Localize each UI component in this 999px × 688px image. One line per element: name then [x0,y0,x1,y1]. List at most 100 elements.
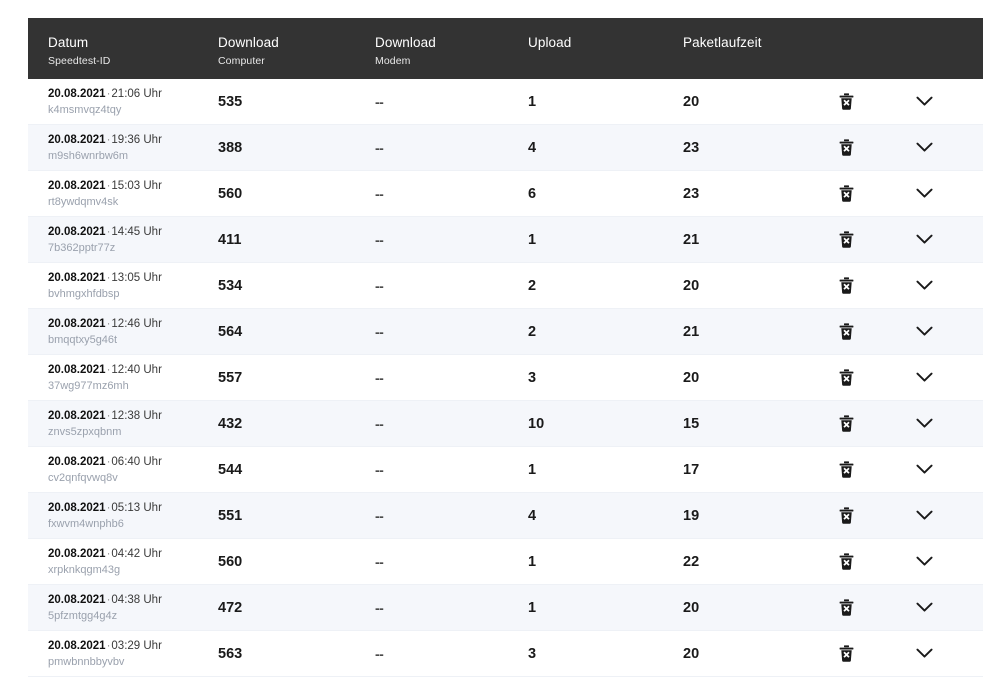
row-date: 20.08.2021·03:29 Uhr [48,639,162,653]
download-modem-value: -- [375,231,384,248]
chevron-down-icon[interactable] [909,503,939,529]
row-date: 20.08.2021·12:38 Uhr [48,409,162,423]
row-date: 20.08.2021·15:03 Uhr [48,179,162,193]
chevron-down-icon[interactable] [909,411,939,437]
download-computer-value: 563 [218,645,243,662]
table-row[interactable]: 20.08.2021·04:38 Uhr 5pfzmtgg4g4z 472 -- 1 20 [28,585,983,631]
speedtest-results-table: Datum Speedtest-ID Download Computer Dow… [28,18,983,677]
table-row[interactable]: 20.08.2021·14:45 Uhr 7b362pptr77z 411 -- 1 21 [28,217,983,263]
row-speedtest-id: 7b362pptr77z [48,241,116,254]
download-modem-value: -- [375,185,384,202]
chevron-down-icon[interactable] [909,181,939,207]
cell-paketlaufzeit: 17 [683,447,833,492]
table-row[interactable]: 20.08.2021·12:40 Uhr 37wg977mz6mh 557 -- 3 20 [28,355,983,401]
speedtest-history-page: Datum Speedtest-ID Download Computer Dow… [0,0,999,688]
column-header-expand [901,18,983,35]
cell-datum: 20.08.2021·05:13 Uhr fxwvm4wnphb6 [28,493,218,538]
cell-delete [833,631,901,676]
trash-delete-icon[interactable] [833,641,859,667]
download-computer-value: 551 [218,507,243,524]
upload-value: 4 [528,139,537,156]
row-speedtest-id: bvhmgxhfdbsp [48,287,120,300]
column-header-datum: Datum Speedtest-ID [28,18,218,68]
cell-download-modem: -- [375,447,528,492]
trash-delete-icon[interactable] [833,273,859,299]
table-row[interactable]: 20.08.2021·12:38 Uhr znvs5zpxqbnm 432 -- 10 1… [28,401,983,447]
cell-delete [833,263,901,308]
table-row[interactable]: 20.08.2021·19:36 Uhr m9sh6wnrbw6m 388 -- 4 23 [28,125,983,171]
cell-expand [901,447,983,492]
trash-delete-icon[interactable] [833,411,859,437]
paketlaufzeit-value: 17 [683,461,700,478]
row-date-value: 20.08.2021 [48,317,106,330]
cell-datum: 20.08.2021·14:45 Uhr 7b362pptr77z [28,217,218,262]
cell-delete [833,171,901,216]
cell-datum: 20.08.2021·03:29 Uhr pmwbnnbbyvbv [28,631,218,676]
cell-expand [901,263,983,308]
cell-upload: 4 [528,493,683,538]
download-computer-value: 472 [218,599,243,616]
chevron-down-icon[interactable] [909,549,939,575]
trash-delete-icon[interactable] [833,595,859,621]
cell-download-modem: -- [375,539,528,584]
table-row[interactable]: 20.08.2021·04:42 Uhr xrpknkqgm43g 560 -- 1 22 [28,539,983,585]
trash-delete-icon[interactable] [833,227,859,253]
trash-delete-icon[interactable] [833,319,859,345]
chevron-down-icon[interactable] [909,595,939,621]
trash-delete-icon[interactable] [833,549,859,575]
row-speedtest-id: bmqqtxy5g46t [48,333,118,346]
row-date: 20.08.2021·12:40 Uhr [48,363,162,377]
row-date-value: 20.08.2021 [48,455,106,468]
cell-datum: 20.08.2021·12:38 Uhr znvs5zpxqbnm [28,401,218,446]
chevron-down-icon[interactable] [909,273,939,299]
cell-delete [833,125,901,170]
chevron-down-icon[interactable] [909,641,939,667]
upload-value: 1 [528,461,537,478]
cell-download-computer: 432 [218,401,375,446]
upload-value: 1 [528,599,537,616]
cell-download-computer: 535 [218,79,375,124]
table-row[interactable]: 20.08.2021·21:06 Uhr k4msmvqz4tqy 535 -- 1 20 [28,79,983,125]
download-computer-value: 534 [218,277,243,294]
cell-paketlaufzeit: 23 [683,171,833,216]
cell-upload: 1 [528,447,683,492]
download-modem-value: -- [375,323,384,340]
paketlaufzeit-value: 23 [683,139,700,156]
chevron-down-icon[interactable] [909,319,939,345]
table-row[interactable]: 20.08.2021·03:29 Uhr pmwbnnbbyvbv 563 -- 3 20 [28,631,983,677]
table-row[interactable]: 20.08.2021·12:46 Uhr bmqqtxy5g46t 564 -- 2 21 [28,309,983,355]
table-row[interactable]: 20.08.2021·06:40 Uhr cv2qnfqvwq8v 544 -- 1 17 [28,447,983,493]
cell-upload: 2 [528,263,683,308]
trash-delete-icon[interactable] [833,503,859,529]
download-computer-value: 557 [218,369,243,386]
upload-value: 3 [528,645,537,662]
trash-delete-icon[interactable] [833,181,859,207]
cell-datum: 20.08.2021·04:42 Uhr xrpknkqgm43g [28,539,218,584]
row-speedtest-id: fxwvm4wnphb6 [48,517,124,530]
row-time-value: 19:36 Uhr [111,133,162,146]
trash-delete-icon[interactable] [833,89,859,115]
cell-delete [833,539,901,584]
cell-delete [833,355,901,400]
chevron-down-icon[interactable] [909,135,939,161]
trash-delete-icon[interactable] [833,457,859,483]
cell-delete [833,401,901,446]
chevron-down-icon[interactable] [909,227,939,253]
trash-delete-icon[interactable] [833,365,859,391]
cell-expand [901,355,983,400]
row-time-value: 13:05 Uhr [111,271,162,284]
row-date: 20.08.2021·21:06 Uhr [48,87,162,101]
download-computer-value: 388 [218,139,243,156]
trash-delete-icon[interactable] [833,135,859,161]
cell-download-modem: -- [375,263,528,308]
table-row[interactable]: 20.08.2021·05:13 Uhr fxwvm4wnphb6 551 -- 4 19 [28,493,983,539]
chevron-down-icon[interactable] [909,365,939,391]
chevron-down-icon[interactable] [909,457,939,483]
chevron-down-icon[interactable] [909,89,939,115]
row-speedtest-id: rt8ywdqmv4sk [48,195,119,208]
cell-paketlaufzeit: 20 [683,79,833,124]
cell-delete [833,447,901,492]
table-row[interactable]: 20.08.2021·13:05 Uhr bvhmgxhfdbsp 534 -- 2 20 [28,263,983,309]
table-row[interactable]: 20.08.2021·15:03 Uhr rt8ywdqmv4sk 560 -- 6 23 [28,171,983,217]
row-date-value: 20.08.2021 [48,179,106,192]
